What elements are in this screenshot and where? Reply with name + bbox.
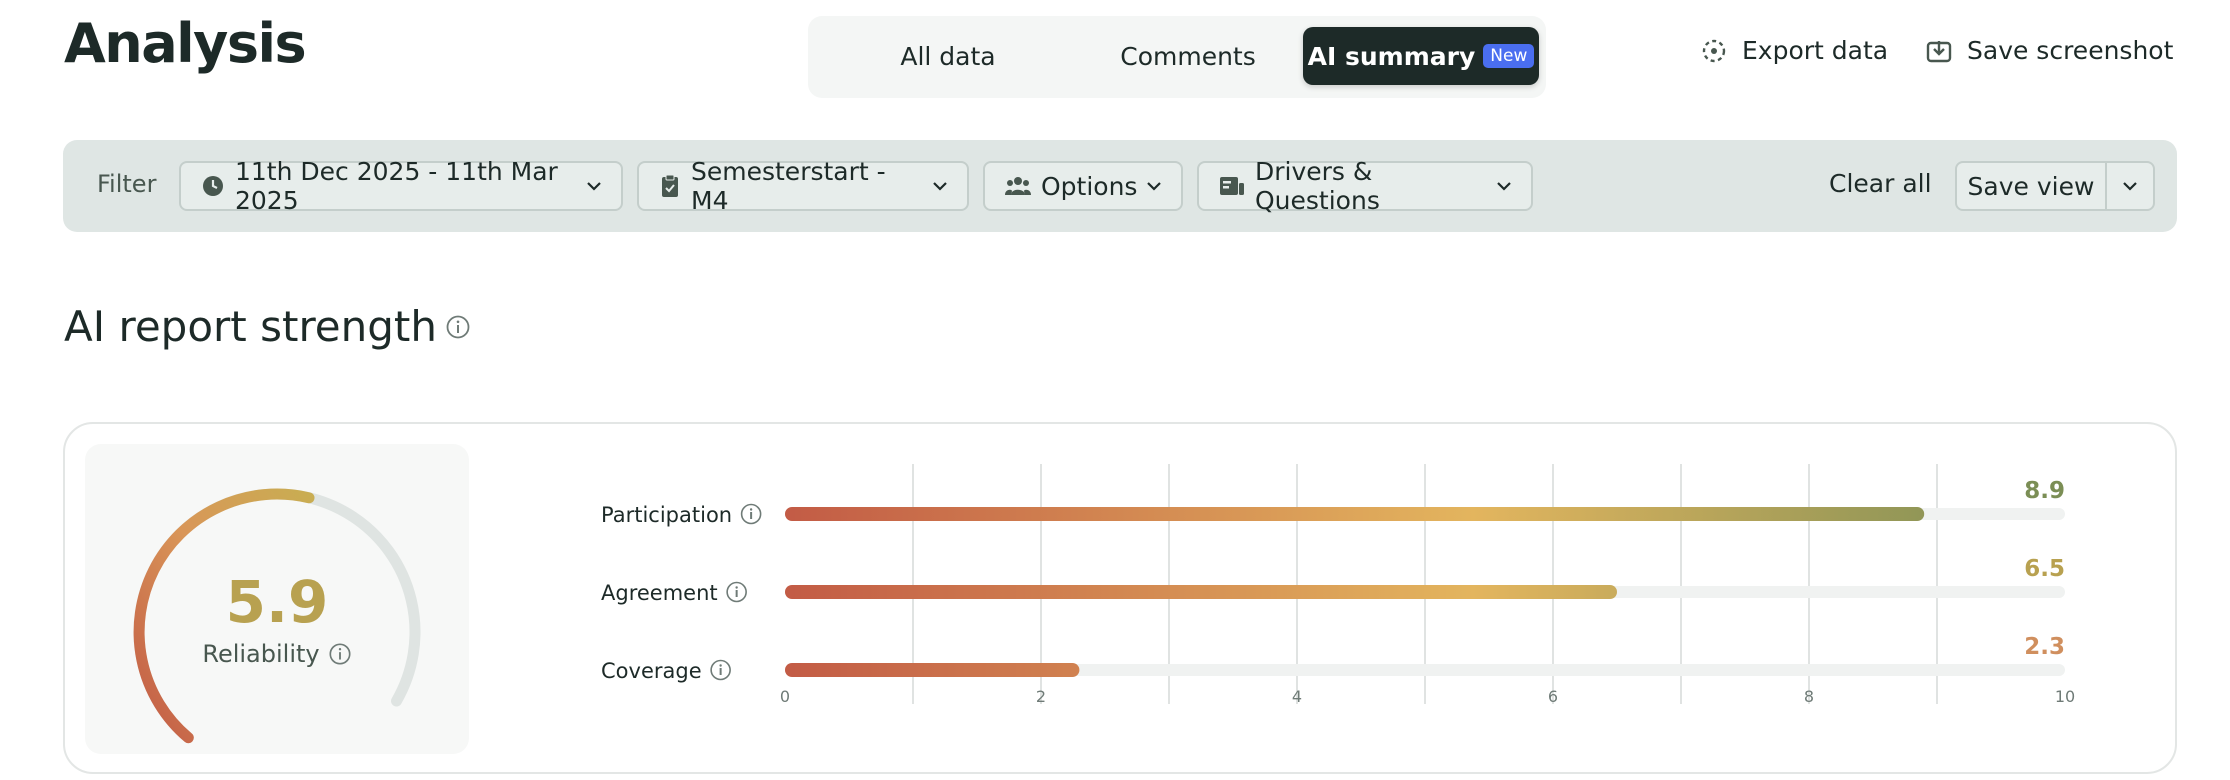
survey-value: Semesterstart - M4 (691, 157, 886, 215)
strength-bar-chart: 0 2 4 6 8 10 Participation 8.9 Agreement 6.5 Cover… (601, 464, 2075, 706)
tick-label: 10 (2055, 687, 2075, 706)
save-view-menu-button[interactable] (2107, 163, 2153, 209)
date-range-dropdown[interactable]: 11th Dec 2025 - 11th Mar 2025 (179, 157, 623, 215)
id-card-icon (1219, 175, 1245, 197)
category-label: Agreement (601, 581, 718, 605)
section-title-text: AI report strength (64, 302, 437, 351)
page-title: Analysis (64, 12, 307, 75)
view-tabs: All data Comments AI summary New (808, 16, 1546, 98)
tick-label: 8 (1804, 687, 1814, 706)
options-dropdown[interactable]: Options (983, 161, 1183, 211)
tick-label: 4 (1292, 687, 1302, 706)
drivers-questions-dropdown[interactable]: Drivers & Questions (1197, 157, 1533, 215)
info-icon (726, 581, 747, 603)
save-view-button[interactable]: Save view (1957, 163, 2107, 209)
chevron-down-icon (929, 175, 951, 197)
people-icon (1005, 175, 1031, 197)
new-badge: New (1483, 44, 1535, 68)
reliability-value: 5.9 (225, 568, 329, 636)
value-label: 2.3 (2024, 634, 2065, 660)
tick-label: 6 (1548, 687, 1558, 706)
category-label: Participation (601, 503, 732, 527)
report-strength-card: 5.9 Reliability 0 2 4 6 8 10 Participation 8.9 A… (63, 422, 2177, 774)
info-icon-stem (719, 668, 722, 675)
filter-bar: Filter 11th Dec 2025 - 11th Mar 2025 Sem… (63, 140, 2177, 232)
info-icon-dot (749, 508, 753, 511)
category-label: Coverage (601, 659, 702, 683)
chevron-down-icon (1143, 175, 1165, 197)
info-icon-dot (719, 664, 722, 667)
export-icon (1702, 39, 1726, 62)
chevron-down-icon (583, 175, 605, 197)
download-icon (1926, 40, 1952, 62)
date-range-value: 11th Dec 2025 - 11th Mar 2025 (235, 157, 558, 215)
value-label: 6.5 (2024, 556, 2065, 582)
info-icon[interactable] (328, 642, 352, 666)
reliability-gauge: 5.9 Reliability (85, 444, 469, 754)
reliability-label-text: Reliability (202, 640, 320, 668)
tab-ai-summary-label: AI summary (1307, 41, 1476, 71)
info-icon-stem (735, 590, 738, 597)
clock-icon (201, 174, 225, 198)
info-icon[interactable] (445, 314, 471, 340)
save-screenshot-button[interactable]: Save screenshot (1925, 36, 2173, 65)
bar (785, 507, 1925, 521)
info-icon-dot (735, 586, 738, 589)
save-screenshot-label: Save screenshot (1967, 36, 2174, 65)
tab-ai-summary[interactable]: AI summary New (1303, 27, 1539, 85)
export-data-label: Export data (1742, 36, 1889, 65)
chevron-down-icon (2123, 182, 2137, 191)
section-title: AI report strength (64, 302, 471, 351)
filter-label: Filter (97, 170, 157, 198)
info-icon (710, 659, 731, 681)
save-view-split-button: Save view (1955, 161, 2155, 211)
info-icon-stem (750, 512, 753, 519)
bar (785, 663, 1080, 677)
clipboard-check-icon (659, 174, 681, 198)
export-data-button[interactable]: Export data (1700, 36, 1888, 65)
tab-all-data[interactable]: All data (838, 27, 1058, 85)
tick-label: 0 (780, 687, 790, 706)
reliability-label: Reliability (85, 640, 469, 668)
clear-all-button[interactable]: Clear all (1829, 169, 1932, 198)
survey-dropdown[interactable]: Semesterstart - M4 (637, 157, 969, 215)
info-icon (740, 503, 762, 525)
tick-label: 2 (1036, 687, 1046, 706)
drivers-value: Drivers & Questions (1255, 157, 1380, 215)
options-value: Options (1041, 171, 1138, 201)
tab-comments[interactable]: Comments (1078, 27, 1298, 85)
bar (785, 585, 1617, 599)
value-label: 8.9 (2024, 478, 2065, 504)
chevron-down-icon (1493, 175, 1515, 197)
